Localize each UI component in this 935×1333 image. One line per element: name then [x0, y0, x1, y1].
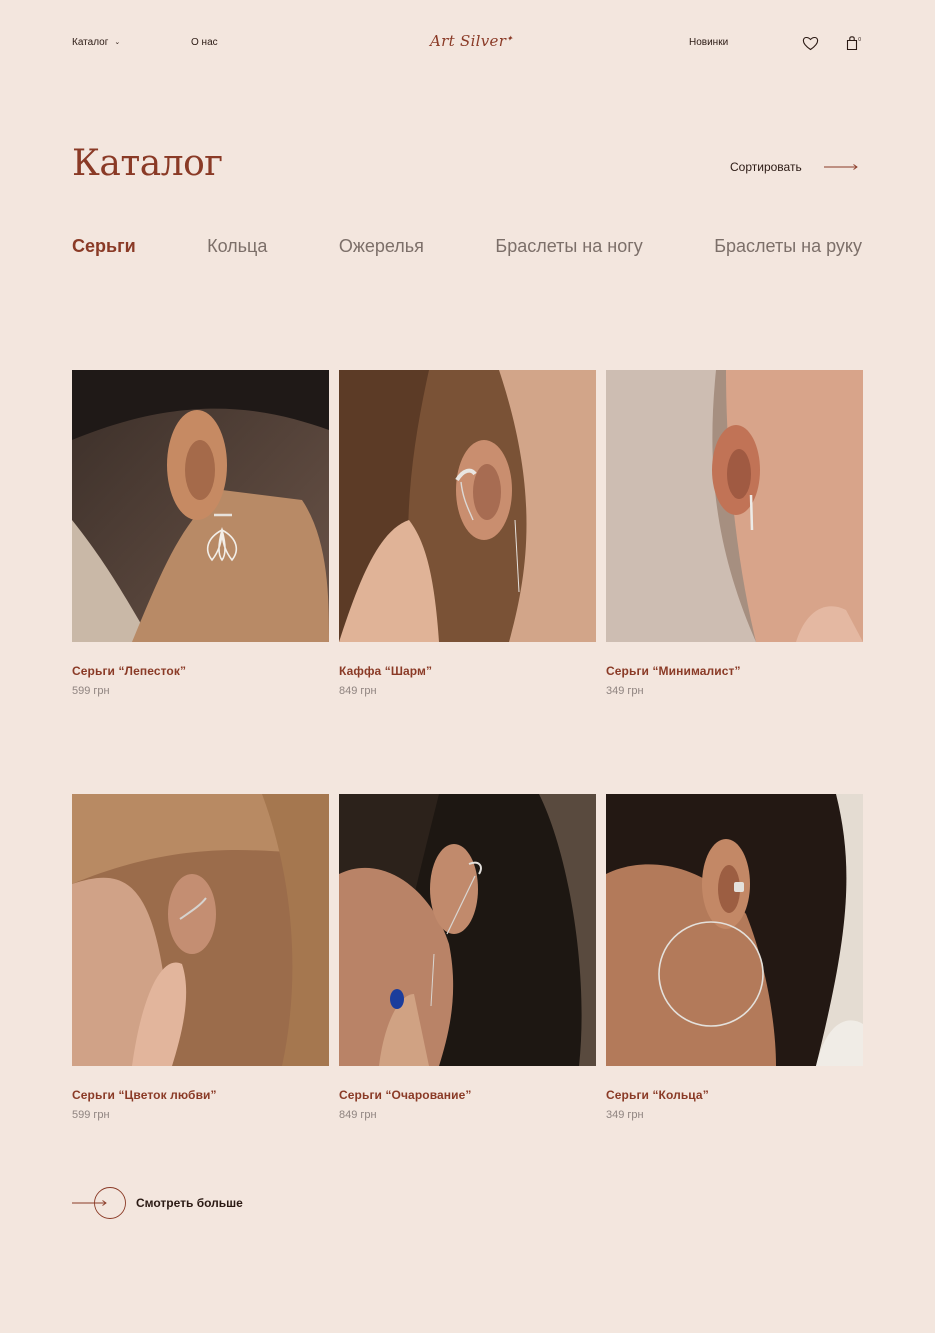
heart-icon[interactable] — [802, 35, 819, 51]
product-card[interactable]: Серьги “Кольца” 349 грн — [606, 794, 863, 1121]
sort-label: Сортировать — [730, 160, 802, 174]
product-photo — [606, 370, 863, 642]
product-price: 599 грн — [72, 1109, 110, 1121]
product-card[interactable]: Серьги “Минималист” 349 грн — [606, 370, 863, 697]
chevron-down-icon: ⌄ — [114, 38, 121, 46]
product-card[interactable]: Каффа “Шарм” 849 грн — [339, 370, 596, 697]
product-price: 349 грн — [606, 685, 644, 697]
product-price: 349 грн — [606, 1109, 644, 1121]
product-name[interactable]: Серьги “Минималист” — [606, 664, 863, 678]
product-price: 849 грн — [339, 685, 377, 697]
logo[interactable]: Art Silver✦ — [430, 32, 513, 54]
product-name[interactable]: Серьги “Лепесток” — [72, 664, 329, 678]
tab-bracelets[interactable]: Браслеты на руку — [714, 236, 862, 257]
product-card[interactable]: Серьги “Очарование” 849 грн — [339, 794, 596, 1121]
tab-necklaces[interactable]: Ожерелья — [339, 236, 424, 257]
sparkle-icon: ✦ — [506, 34, 514, 43]
product-name[interactable]: Серьги “Цветок любви” — [72, 1088, 329, 1102]
product-price: 849 грн — [339, 1109, 377, 1121]
product-card[interactable]: Серьги “Цветок любви” 599 грн — [72, 794, 329, 1121]
sort-button[interactable]: Сортировать — [730, 160, 858, 174]
product-card[interactable]: Серьги “Лепесток” 599 грн — [72, 370, 329, 697]
nav-catalog[interactable]: Каталог ⌄ — [72, 37, 120, 48]
arrow-right-icon — [823, 164, 858, 170]
product-price: 599 грн — [72, 685, 110, 697]
tab-anklets[interactable]: Браслеты на ногу — [495, 236, 642, 257]
product-photo — [339, 370, 596, 642]
circle-arrow-icon — [72, 1187, 126, 1219]
shopping-bag-icon[interactable]: 0 — [845, 34, 861, 51]
product-photo — [72, 794, 329, 1066]
product-name[interactable]: Каффа “Шарм” — [339, 664, 596, 678]
product-photo — [339, 794, 596, 1066]
category-tabs: Серьги Кольца Ожерелья Браслеты на ногу … — [72, 236, 862, 257]
see-more-button[interactable]: Смотреть больше — [72, 1187, 243, 1219]
product-photo — [606, 794, 863, 1066]
cart-count: 0 — [858, 37, 861, 43]
logo-text: Art Silver — [430, 32, 507, 50]
product-photo — [72, 370, 329, 642]
tab-rings[interactable]: Кольца — [207, 236, 267, 257]
tab-earrings[interactable]: Серьги — [72, 236, 136, 257]
nav-new[interactable]: Новинки — [689, 37, 728, 48]
nav-about[interactable]: О нас — [191, 37, 218, 48]
product-name[interactable]: Серьги “Очарование” — [339, 1088, 596, 1102]
page-title: Каталог — [72, 143, 223, 184]
nav-catalog-label: Каталог — [72, 37, 109, 48]
see-more-label: Смотреть больше — [136, 1196, 243, 1210]
product-name[interactable]: Серьги “Кольца” — [606, 1088, 863, 1102]
